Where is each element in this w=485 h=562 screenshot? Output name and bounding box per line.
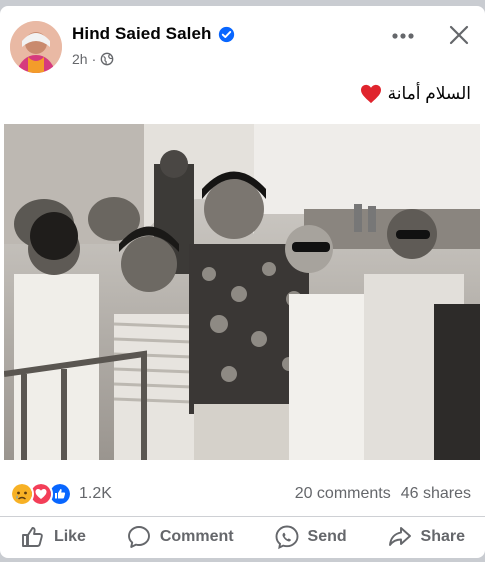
like-button[interactable]: Like (12, 518, 94, 556)
comment-label: Comment (159, 528, 234, 545)
verified-badge-icon (218, 26, 234, 42)
close-icon[interactable] (446, 22, 472, 48)
post-meta: 2h · (72, 51, 114, 67)
engagement-counts: 20 comments 46 shares (295, 485, 471, 503)
action-bar: Like Comment Send Share (0, 516, 485, 557)
like-label: Like (53, 528, 86, 545)
comments-count[interactable]: 20 comments (295, 485, 391, 503)
send-button[interactable]: Send (266, 518, 355, 556)
avatar-image (10, 21, 62, 73)
share-label: Share (420, 528, 465, 545)
caption-text: السلام أمانة (387, 84, 471, 103)
post-time[interactable]: 2h (72, 51, 88, 67)
ellipsis-icon (392, 33, 414, 39)
author-name[interactable]: Hind Saied Saleh (72, 24, 212, 44)
post-card: Hind Saied Saleh 2h · السلام أمانة 1.2K … (0, 6, 485, 558)
meta-separator: · (91, 51, 97, 67)
reaction-count[interactable]: 1.2K (79, 485, 112, 503)
share-button[interactable]: Share (379, 518, 473, 556)
messenger-send-icon (275, 525, 298, 550)
post-caption: السلام أمانة (360, 84, 471, 104)
group-photo-image (4, 124, 480, 460)
thumbs-up-icon (21, 527, 43, 547)
comment-bubble-icon (127, 526, 150, 548)
author-avatar[interactable] (10, 21, 62, 73)
reaction-icons[interactable] (10, 482, 72, 506)
send-label: Send (307, 528, 347, 545)
post-photo[interactable] (4, 124, 480, 460)
engagement-stats: 1.2K 20 comments 46 shares (10, 482, 471, 506)
author-name-row: Hind Saied Saleh (72, 24, 235, 44)
comment-button[interactable]: Comment (118, 518, 242, 556)
more-options-button[interactable] (390, 26, 416, 46)
share-arrow-icon (388, 527, 411, 546)
red-heart-icon (360, 84, 381, 104)
sad-reaction-icon (10, 482, 34, 506)
shares-count[interactable]: 46 shares (401, 485, 471, 503)
public-globe-icon[interactable] (100, 52, 114, 66)
